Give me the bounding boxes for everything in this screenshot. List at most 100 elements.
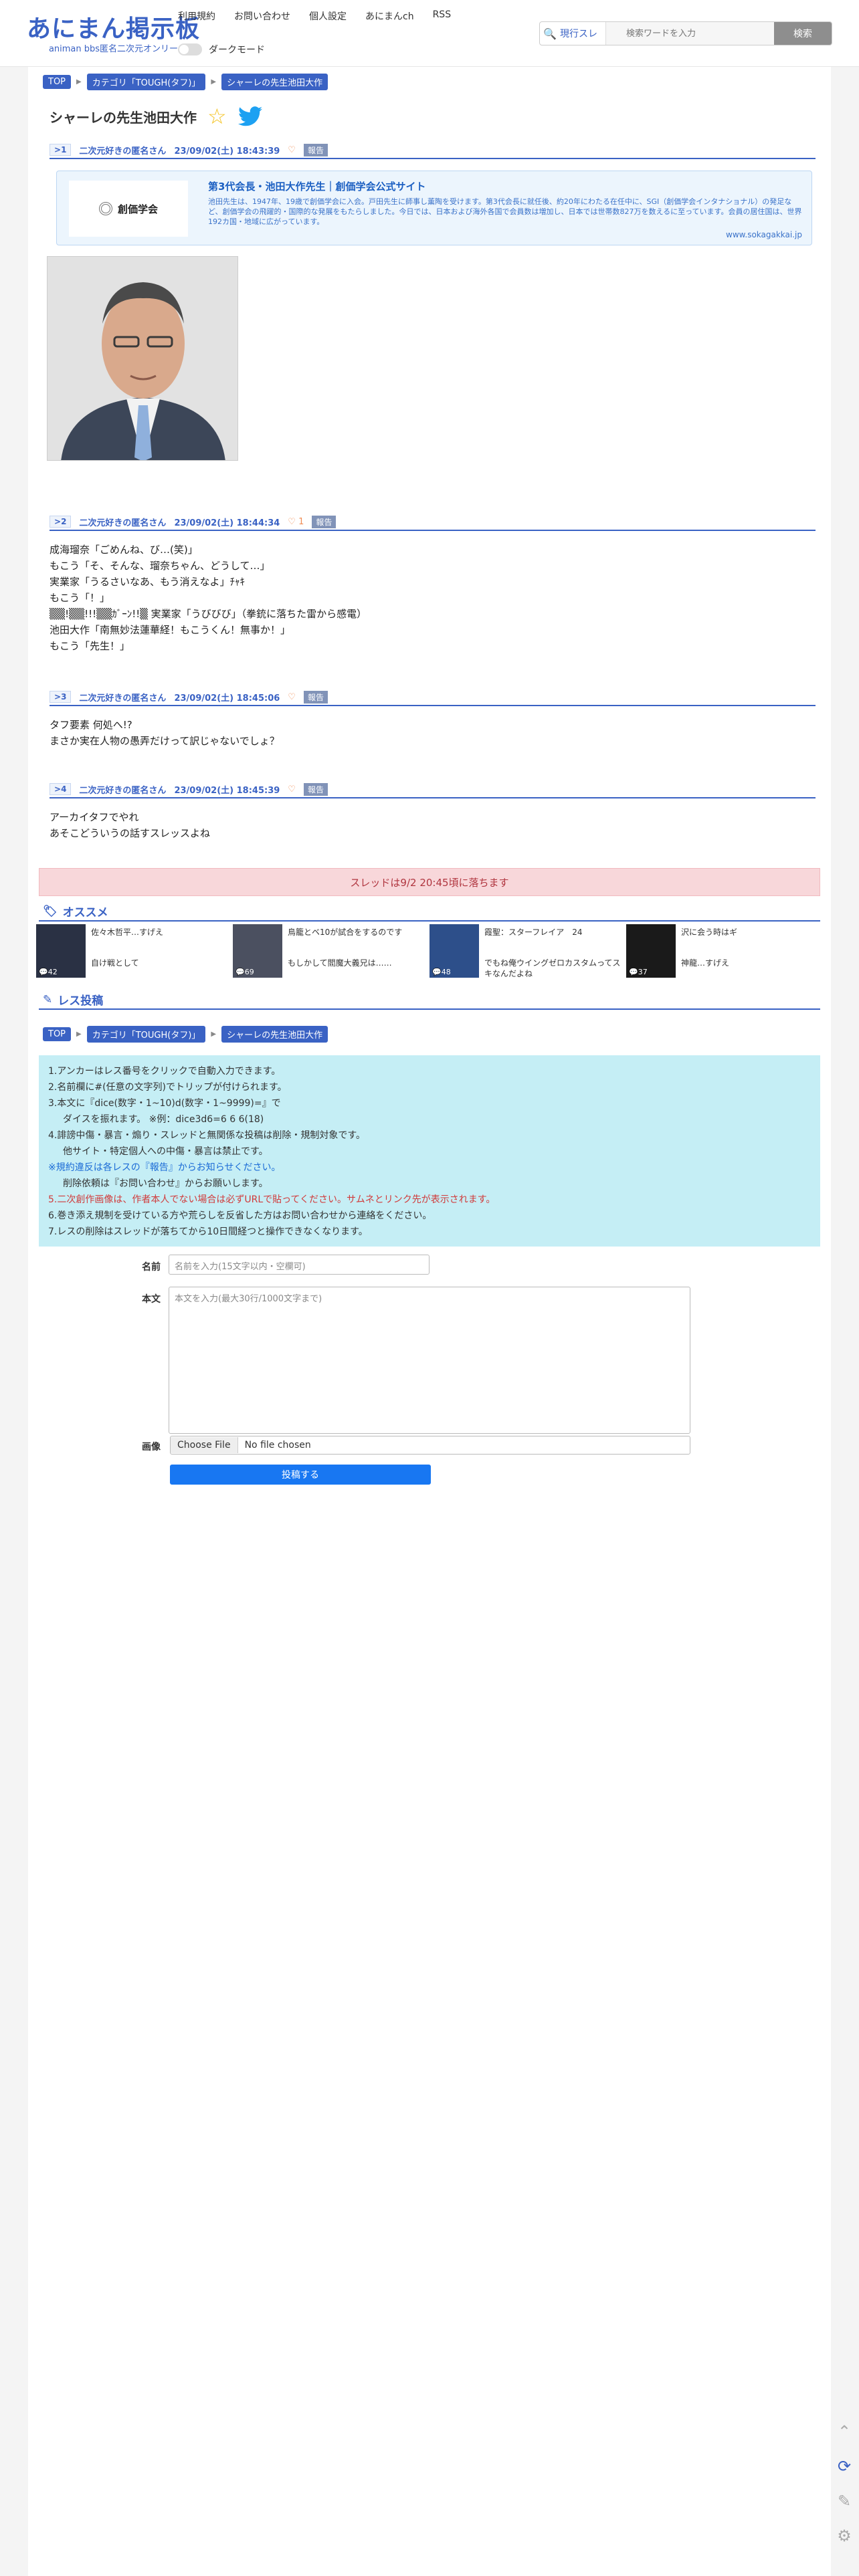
breadcrumb-category[interactable]: カテゴリ「TOUGH(タフ)」 xyxy=(86,1026,206,1043)
like-heart-icon[interactable]: ♡ xyxy=(288,784,296,794)
posting-rules: 1.アンカーはレス番号をクリックで自動入力できます。 2.名前欄に#(任意の文字… xyxy=(39,1055,820,1247)
darkmode-toggle[interactable] xyxy=(178,43,202,56)
rule-line: ※規約違反は各レスの『報告』からお知らせください。 xyxy=(48,1162,281,1173)
scroll-top-icon[interactable]: ⌃ xyxy=(832,2420,856,2444)
post-author: 二次元好きの匿名さん xyxy=(79,146,167,156)
recommend-thumbnail: 💬48 xyxy=(430,924,479,978)
like-heart-icon[interactable]: ♡ xyxy=(288,692,296,702)
nav-contact[interactable]: お問い合わせ xyxy=(234,9,290,23)
post-date: 23/09/02(土) 18:44:34 xyxy=(174,518,280,528)
file-input[interactable]: Choose File No file chosen xyxy=(170,1436,690,1455)
recommend-heading: 🏷 オススメ xyxy=(43,903,108,920)
post-author: 二次元好きの匿名さん xyxy=(79,693,167,704)
like-count: 1 xyxy=(298,516,304,527)
nav-settings[interactable]: 個人設定 xyxy=(309,9,347,23)
divider xyxy=(39,1008,820,1010)
post-date: 23/09/02(土) 18:43:39 xyxy=(174,146,280,156)
breadcrumb-category[interactable]: カテゴリ「TOUGH(タフ)」 xyxy=(86,74,206,90)
like-heart-icon[interactable]: ♡ 1 xyxy=(288,517,304,527)
body-label: 本文 xyxy=(142,1294,161,1305)
name-label: 名前 xyxy=(142,1262,161,1273)
breadcrumb-top[interactable]: TOP xyxy=(43,75,72,89)
comment-count: 💬42 xyxy=(39,968,58,976)
edit-icon[interactable]: ✎ xyxy=(832,2489,856,2513)
image-label: 画像 xyxy=(142,1442,161,1453)
recommend-item[interactable]: 💬42 佐々木哲平…すげえ 自け戦として xyxy=(36,924,231,978)
post-date: 23/09/02(土) 18:45:06 xyxy=(174,693,280,704)
reload-icon[interactable]: ⟳ xyxy=(832,2454,856,2478)
logo-subtitle: animan bbs匿名二次元オンリー xyxy=(48,44,179,54)
recommend-item-title: でもね俺ウイングゼロカスタムってスキなんだよね xyxy=(484,958,621,978)
nav-rss[interactable]: RSS xyxy=(433,9,452,23)
breadcrumb-separator: ▶ xyxy=(76,1031,82,1038)
post-author: 二次元好きの匿名さん xyxy=(79,518,167,528)
page-title: シャーレの先生池田大作 xyxy=(50,109,197,126)
rule-line: 6.巻き添え規制を受けている方や荒らしを反省した方はお問い合わせから連絡をくださ… xyxy=(48,1210,432,1221)
breadcrumb-separator: ▶ xyxy=(76,78,82,86)
post-date: 23/09/02(土) 18:45:39 xyxy=(174,785,280,796)
choose-file-button[interactable]: Choose File xyxy=(171,1437,238,1453)
post-number[interactable]: >1 xyxy=(50,144,72,156)
breadcrumb: TOP ▶ カテゴリ「TOUGH(タフ)」 ▶ シャーレの先生池田大作 xyxy=(43,74,328,90)
post-author: 二次元好きの匿名さん xyxy=(79,785,167,796)
darkmode-label: ダークモード xyxy=(209,45,265,56)
rule-line: 3.本文に『dice(数字・1~10)d(数字・1~9999)=』で xyxy=(48,1098,281,1109)
report-button[interactable]: 報告 xyxy=(303,782,328,796)
site-header: あにまん掲示板 animan bbs匿名二次元オンリー 利用規約 お問い合わせ … xyxy=(0,0,859,67)
favorite-star-icon[interactable]: ☆ xyxy=(207,106,227,127)
report-button[interactable]: 報告 xyxy=(312,515,337,528)
twitter-share-icon[interactable] xyxy=(237,106,263,126)
body-textarea[interactable]: 本文を入力(最大30行/1000文字まで) xyxy=(169,1287,690,1434)
rule-line: 削除依頼は『お問い合わせ』からお願いします。 xyxy=(63,1178,268,1189)
breadcrumb-separator: ▶ xyxy=(211,1031,217,1038)
rule-line: 2.名前欄に#(任意の文字列)でトリップが付けられます。 xyxy=(48,1082,287,1093)
recommend-item[interactable]: 💬69 鳥籠とベ10が試合をするのです もしかして閻魔大義兄は…… xyxy=(233,924,428,978)
post-number[interactable]: >3 xyxy=(50,691,72,703)
comment-count: 💬37 xyxy=(629,968,648,976)
search-button[interactable]: 検索 xyxy=(774,22,832,45)
post-image[interactable] xyxy=(47,256,238,461)
divider xyxy=(39,920,820,922)
breadcrumb-thread[interactable]: シャーレの先生池田大作 xyxy=(221,1026,328,1043)
search-input[interactable] xyxy=(605,22,774,45)
like-heart-icon[interactable]: ♡ xyxy=(288,145,296,155)
breadcrumb-top[interactable]: TOP xyxy=(43,1027,72,1041)
recommend-item[interactable]: 💬37 沢に会う時はギ 神龍…すげえ xyxy=(626,924,822,978)
post-number[interactable]: >4 xyxy=(50,783,72,795)
darkmode-switch: ダークモード xyxy=(178,43,265,56)
search-scope-select[interactable]: 現行スレ xyxy=(560,27,605,40)
link-card[interactable]: 創価学会 第3代会長・池田大作先生｜創価学会公式サイト 池田先生は、1947年、… xyxy=(56,171,812,245)
recommend-item-title: 自け戦として xyxy=(91,958,139,968)
recommend-item-title: 鳥籠とベ10が試合をするのです xyxy=(288,928,403,937)
post-body-4: アーカイタフでやれ あそこどういうの話すスレッスよね xyxy=(50,811,211,839)
link-card-title: 第3代会長・池田大作先生｜創価学会公式サイト xyxy=(208,181,426,193)
comment-count: 💬69 xyxy=(235,968,254,976)
nav-animanch[interactable]: あにまんch xyxy=(365,9,414,23)
name-field[interactable]: 名前を入力(15文字以内・空欄可) xyxy=(169,1255,430,1275)
rule-line: 7.レスの削除はスレッドが落ちてから10日間経つと操作できなくなります。 xyxy=(48,1226,368,1237)
recommend-item[interactable]: 💬48 霞聖：スターフレイア 24 でもね俺ウイングゼロカスタムってスキなんだよ… xyxy=(430,924,625,978)
post-number[interactable]: >2 xyxy=(50,516,72,528)
file-status: No file chosen xyxy=(244,1440,311,1451)
recommend-item-title: 佐々木哲平…すげえ xyxy=(91,928,164,937)
breadcrumb-thread[interactable]: シャーレの先生池田大作 xyxy=(221,74,328,90)
soka-logo-icon xyxy=(98,202,112,215)
report-button[interactable]: 報告 xyxy=(303,143,328,156)
top-nav: 利用規約 お問い合わせ 個人設定 あにまんch RSS xyxy=(178,9,451,23)
post-header-2: >2 二次元好きの匿名さん 23/09/02(土) 18:44:34 ♡ 1 報… xyxy=(50,514,816,531)
search-bar: 🔍 現行スレ 検索 xyxy=(539,21,832,45)
thread-expire-notice: スレッドは9/2 20:45頃に落ちます xyxy=(39,868,820,896)
submit-button[interactable]: 投稿する xyxy=(170,1465,431,1485)
site-logo[interactable]: あにまん掲示板 animan bbs匿名二次元オンリー xyxy=(27,16,200,55)
nav-terms[interactable]: 利用規約 xyxy=(178,9,215,23)
gear-icon[interactable]: ⚙ xyxy=(832,2524,856,2548)
report-button[interactable]: 報告 xyxy=(303,690,328,704)
recommend-item-title: 霞聖：スターフレイア 24 xyxy=(484,928,583,937)
floating-buttons: ⌃ ⟳ ✎ ⚙ xyxy=(832,2420,859,2559)
link-card-url: www.sokagakkai.jp xyxy=(726,230,802,239)
recommend-thumbnail: 💬37 xyxy=(626,924,676,978)
rule-line: 4.誹謗中傷・暴言・煽り・スレッドと無関係な投稿は削除・規制対象です。 xyxy=(48,1130,365,1141)
post-body-3: タフ要素 何処へ!? まさか実在人物の愚弄だけって訳じゃないでしょ？ xyxy=(50,719,280,747)
link-card-logo-text: 創価学会 xyxy=(117,203,158,215)
recommend-item-title: もしかして閻魔大義兄は…… xyxy=(288,958,392,968)
